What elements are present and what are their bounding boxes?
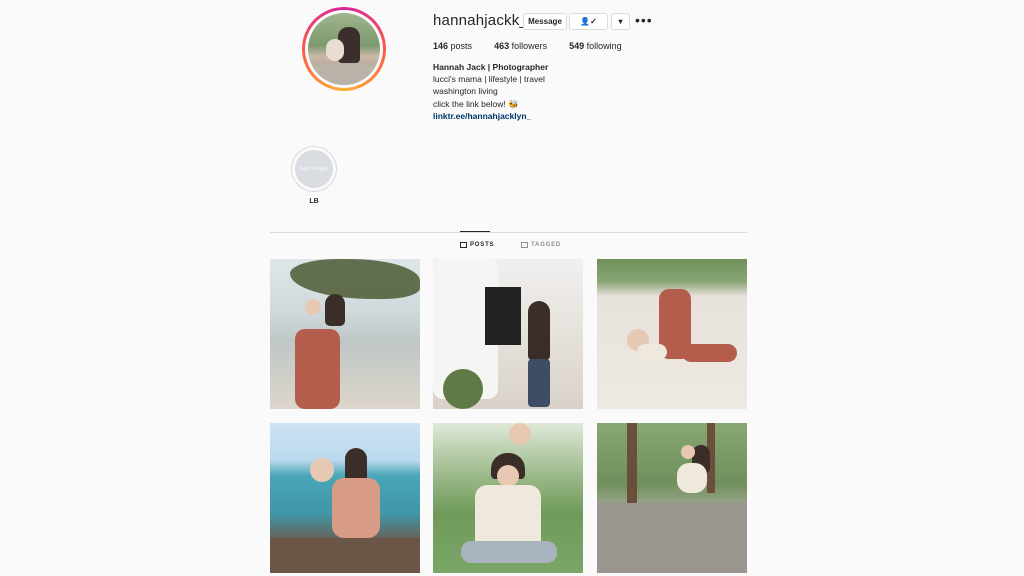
profile-username: hannahjackk_	[433, 12, 528, 29]
bio-line-2: washington living	[433, 86, 498, 97]
followers-label: followers	[511, 41, 548, 51]
child-dress	[637, 344, 667, 360]
menu-board	[485, 287, 521, 345]
followers-count: 463	[494, 41, 510, 51]
grid-icon	[460, 242, 467, 248]
child-face	[681, 445, 695, 459]
person-body	[295, 329, 340, 409]
profile-avatar[interactable]	[302, 7, 386, 91]
active-tab-indicator	[460, 231, 490, 232]
post-thumbnail[interactable]	[270, 259, 420, 409]
person-body	[528, 301, 550, 361]
posts-label: posts	[450, 41, 473, 51]
bio-name: Hannah Jack | Photographer	[433, 62, 549, 72]
person-hair	[325, 294, 345, 326]
bio-link[interactable]: linktr.ee/hannahjacklyn_	[433, 110, 548, 122]
followers-stat[interactable]: 463 followers	[494, 41, 547, 51]
suggested-accounts-button[interactable]: ▾	[611, 13, 630, 30]
post-thumbnail[interactable]	[433, 259, 583, 409]
following-count: 549	[569, 41, 585, 51]
following-button[interactable]: 👤✓	[569, 13, 608, 30]
more-options-icon[interactable]: •••	[635, 13, 653, 27]
posts-stat: 146 posts	[433, 41, 472, 51]
tagged-icon	[521, 242, 528, 248]
highlight-label: LB	[309, 198, 319, 205]
post-thumbnail[interactable]	[433, 423, 583, 573]
bio-line-1: lucci's mama | lifestyle | travel	[433, 74, 545, 85]
plants	[443, 369, 483, 409]
picnic-table	[597, 503, 747, 573]
post-thumbnail[interactable]	[597, 259, 747, 409]
story-highlight[interactable]: light bright LB	[291, 146, 337, 205]
tree-branches	[290, 259, 420, 299]
tabs-divider	[270, 232, 747, 233]
person-body	[332, 478, 380, 538]
tab-posts-label: POSTS	[470, 242, 495, 248]
profile-bio: Hannah Jack | Photographer lucci's mama …	[433, 61, 548, 122]
avatar-inner	[305, 10, 383, 88]
avatar-deck	[308, 65, 380, 85]
highlight-cover: light bright	[295, 150, 333, 188]
tab-tagged-label: TAGGED	[531, 242, 562, 248]
post-thumbnail[interactable]	[597, 423, 747, 573]
bio-line-3: click the link below! 🐝	[433, 98, 519, 109]
person-jeans	[461, 541, 557, 563]
person-legs	[682, 344, 737, 362]
post-thumbnail[interactable]	[270, 423, 420, 573]
posts-count: 146	[433, 41, 449, 51]
following-stat[interactable]: 549 following	[569, 41, 622, 51]
child-face	[310, 458, 334, 482]
profile-stats: 146 posts 463 followers 549 following	[433, 41, 644, 51]
child-face	[305, 299, 321, 315]
tree-trunk	[627, 423, 637, 503]
highlight-ring: light bright	[291, 146, 337, 192]
child-face	[509, 423, 531, 445]
person-body	[677, 463, 707, 493]
following-label: following	[586, 41, 622, 51]
person-face	[497, 465, 519, 487]
dock	[270, 538, 420, 573]
avatar-child	[326, 39, 344, 61]
message-button[interactable]: Message	[523, 13, 567, 30]
tab-tagged[interactable]: TAGGED	[521, 242, 561, 248]
person-jeans	[528, 359, 550, 407]
tab-posts[interactable]: POSTS	[460, 242, 494, 248]
avatar-image	[308, 13, 380, 85]
